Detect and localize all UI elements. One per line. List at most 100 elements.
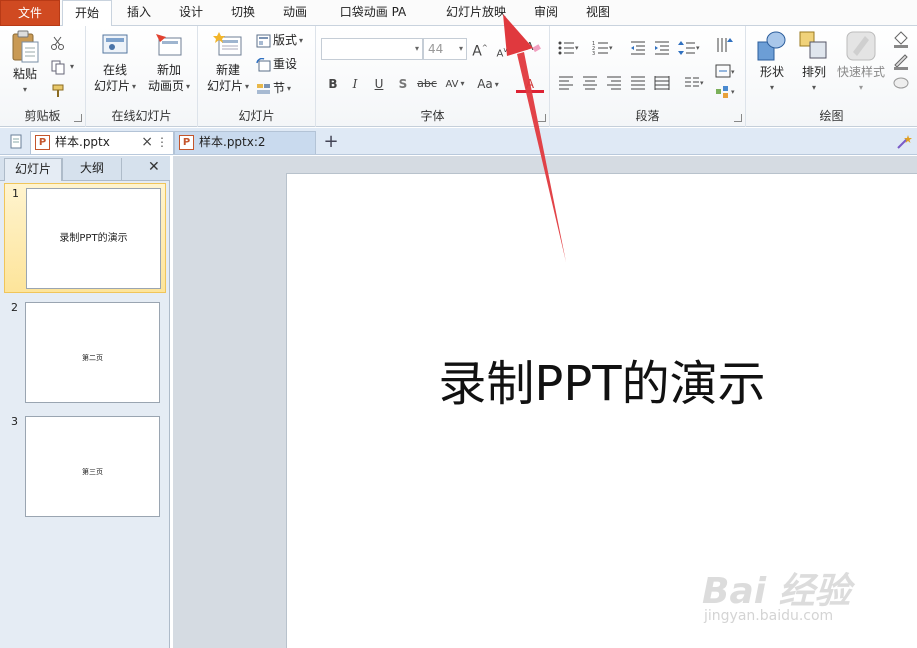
online-slide-icon (102, 34, 128, 54)
doc-tab-sample-2-label: 样本.pptx:2 (199, 135, 266, 149)
copy-button[interactable]: ▾ (50, 56, 74, 76)
copy-icon (51, 60, 65, 74)
shapes-label: 形状 (759, 65, 784, 79)
tab-file[interactable]: 文件 (0, 0, 60, 26)
thumbnail-row-3[interactable]: 3 第三页 (4, 412, 166, 522)
new-slide-button[interactable]: 新建 幻灯片 ▾ (202, 32, 254, 95)
tab-animations[interactable]: 动画 (272, 0, 318, 26)
increase-indent-icon[interactable] (654, 40, 670, 56)
slide-thumbnail[interactable]: 录制PPT的演示 (26, 188, 161, 289)
group-paragraph: ▾ 1 2 3 ▾ ▾ ▾ ▾ ▾ 段落 (550, 26, 746, 127)
tab-insert[interactable]: 插入 (116, 0, 162, 26)
slide-number: 1 (12, 187, 19, 200)
font-name-dropdown-icon: ▾ (414, 44, 419, 53)
tab-design[interactable]: 设计 (168, 0, 214, 26)
text-direction-icon[interactable] (715, 36, 735, 56)
decrease-indent-icon[interactable] (630, 40, 646, 56)
slide-thumbnail[interactable]: 第二页 (25, 302, 160, 403)
doc-tab-sample-2[interactable]: P 样本.pptx:2 (174, 131, 316, 154)
quick-styles-button[interactable]: 快速样式 ▾ (834, 30, 888, 96)
arrange-button[interactable]: 排列 ▾ (794, 30, 834, 96)
align-left-icon[interactable] (558, 76, 574, 90)
shapes-button[interactable]: 形状 ▾ (752, 30, 792, 96)
font-size-select[interactable]: 44 ▾ (423, 38, 467, 60)
online-slides-label-1: 在线 (102, 63, 127, 77)
quick-styles-icon (846, 31, 876, 61)
tab-slideshow[interactable]: 幻灯片放映 (436, 0, 516, 26)
thumbnail-row-1[interactable]: 1 录制PPT的演示 (4, 183, 166, 293)
tab-more-icon[interactable]: ⋮ (156, 132, 168, 153)
slide-number: 3 (11, 415, 18, 428)
thumbnail-text: 第二页 (82, 354, 103, 362)
char-spacing-button[interactable]: AV ▾ (442, 75, 468, 93)
tab-view[interactable]: 视图 (578, 0, 618, 26)
slide-thumbnail[interactable]: 第三页 (25, 416, 160, 517)
doc-tab-sample[interactable]: P 样本.pptx × ⋮ (30, 131, 174, 154)
smartart-icon[interactable]: ▾ (715, 84, 739, 100)
grow-font-button[interactable]: A^ (471, 39, 489, 60)
clear-format-button[interactable]: A (524, 38, 542, 56)
clipboard-launcher-icon[interactable] (74, 114, 82, 122)
magic-wand-icon[interactable] (896, 134, 912, 150)
align-center-icon[interactable] (582, 76, 598, 90)
tab-slides[interactable]: 幻灯片 (4, 158, 62, 181)
align-text-icon[interactable]: ▾ (715, 64, 739, 80)
arrange-icon (799, 31, 827, 59)
align-right-icon[interactable] (606, 76, 622, 90)
shadow-button[interactable]: S (394, 75, 412, 93)
shape-fill-icon[interactable] (892, 30, 910, 48)
bullets-icon[interactable]: ▾ (558, 40, 580, 56)
slide-title[interactable]: 录制PPT的演示 (287, 344, 917, 414)
tab-pocket-animation[interactable]: 口袋动画 PA (328, 0, 418, 26)
watermark-url: jingyan.baidu.com (704, 608, 834, 624)
font-name-select[interactable]: ▾ (321, 38, 423, 60)
reset-button[interactable]: 重设 (256, 54, 297, 74)
online-slides-button[interactable]: 在线 幻灯片 ▾ (90, 32, 140, 95)
thumbnail-row-2[interactable]: 2 第二页 (4, 298, 166, 408)
change-case-button[interactable]: Aa ▾ (474, 75, 502, 93)
line-spacing-icon[interactable]: ▾ (678, 40, 700, 56)
document-list-icon[interactable] (8, 134, 24, 150)
numbering-icon[interactable]: 123▾ (592, 40, 614, 56)
copy-dropdown-icon[interactable]: ▾ (70, 57, 74, 77)
svg-text:▾: ▾ (575, 44, 579, 52)
justify-icon[interactable] (630, 76, 646, 90)
reset-icon (256, 57, 271, 71)
group-slides: 新建 幻灯片 ▾ 版式 ▾ 重设 节 ▾ 幻灯片 (198, 26, 316, 127)
tab-home[interactable]: 开始 (62, 0, 112, 27)
anim-page-icon (156, 34, 182, 56)
close-panel-icon[interactable]: ✕ (148, 159, 160, 175)
layout-button[interactable]: 版式 ▾ (256, 30, 303, 50)
distribute-icon[interactable] (654, 76, 670, 90)
font-size-dropdown-icon: ▾ (458, 44, 463, 53)
tab-transitions[interactable]: 切换 (220, 0, 266, 26)
underline-button[interactable]: U (370, 75, 388, 93)
bold-button[interactable]: B (324, 75, 342, 93)
doc-tab-sample-label: 样本.pptx (55, 135, 110, 149)
close-tab-icon[interactable]: × (141, 132, 153, 153)
shape-outline-icon[interactable] (892, 52, 910, 70)
font-color-button[interactable]: A (516, 75, 544, 93)
format-painter-button[interactable] (50, 80, 68, 100)
shape-effects-icon[interactable] (892, 74, 910, 92)
paragraph-launcher-icon[interactable] (734, 114, 742, 122)
new-tab-button[interactable]: + (318, 131, 344, 154)
tab-review[interactable]: 审阅 (526, 0, 566, 26)
columns-icon[interactable]: ▾ (684, 76, 706, 90)
clear-format-icon: A (526, 40, 541, 53)
paste-button[interactable]: 粘贴 ▾ (6, 30, 44, 98)
slides-group-label: 幻灯片 (238, 109, 275, 123)
shapes-icon (757, 31, 786, 61)
tab-outline[interactable]: 大纲 (62, 158, 122, 181)
arrange-label: 排列 (801, 65, 826, 79)
strikethrough-button[interactable]: abc (415, 75, 439, 93)
clipboard-group-label: 剪贴板 (24, 109, 61, 123)
paragraph-group-label: 段落 (635, 109, 660, 123)
section-button[interactable]: 节 ▾ (256, 78, 291, 98)
font-launcher-icon[interactable] (538, 114, 546, 122)
cut-button[interactable] (50, 32, 68, 52)
thumbnail-text: 第三页 (82, 468, 103, 476)
new-anim-page-button[interactable]: 新加 动画页 ▾ (142, 32, 196, 95)
shrink-font-button[interactable]: Av (493, 41, 511, 59)
italic-button[interactable]: I (346, 75, 364, 93)
